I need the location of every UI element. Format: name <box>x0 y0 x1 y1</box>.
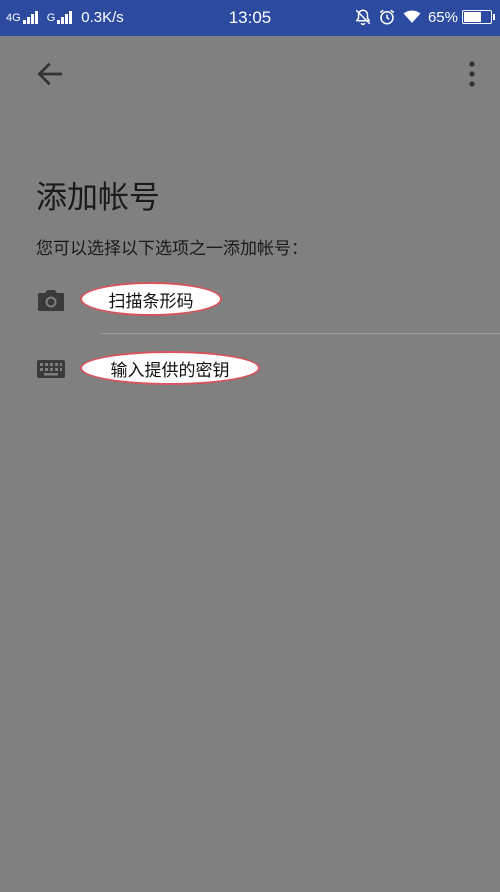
divider <box>100 333 500 334</box>
status-bar: 4G G 0.3K/s 13:05 65% <box>0 0 500 36</box>
option-label-highlight: 输入提供的密钥 <box>80 351 260 385</box>
option-enter-key[interactable]: 输入提供的密钥 <box>0 339 500 399</box>
more-vertical-icon[interactable] <box>466 60 478 88</box>
battery-percent: 65% <box>427 8 458 26</box>
option-label: 输入提供的密钥 <box>110 360 230 381</box>
page-title: 添加帐号 <box>36 180 160 216</box>
battery-fill <box>464 12 481 22</box>
page-subtitle: 您可以选择以下选项之一添加帐号： <box>36 239 308 259</box>
battery-icon <box>462 10 495 24</box>
option-scan-barcode[interactable]: 扫描条形码 <box>0 270 500 330</box>
alarm-icon <box>379 9 395 25</box>
arrow-left-icon[interactable] <box>34 58 66 90</box>
option-label: 扫描条形码 <box>108 291 194 312</box>
status-right: 65% <box>348 8 495 26</box>
mute-bell-icon <box>355 9 371 26</box>
app-toolbar <box>0 36 500 112</box>
wifi-icon <box>403 10 421 23</box>
keyboard-icon <box>37 360 65 378</box>
option-label-highlight: 扫描条形码 <box>80 282 222 316</box>
camera-icon <box>38 290 64 311</box>
